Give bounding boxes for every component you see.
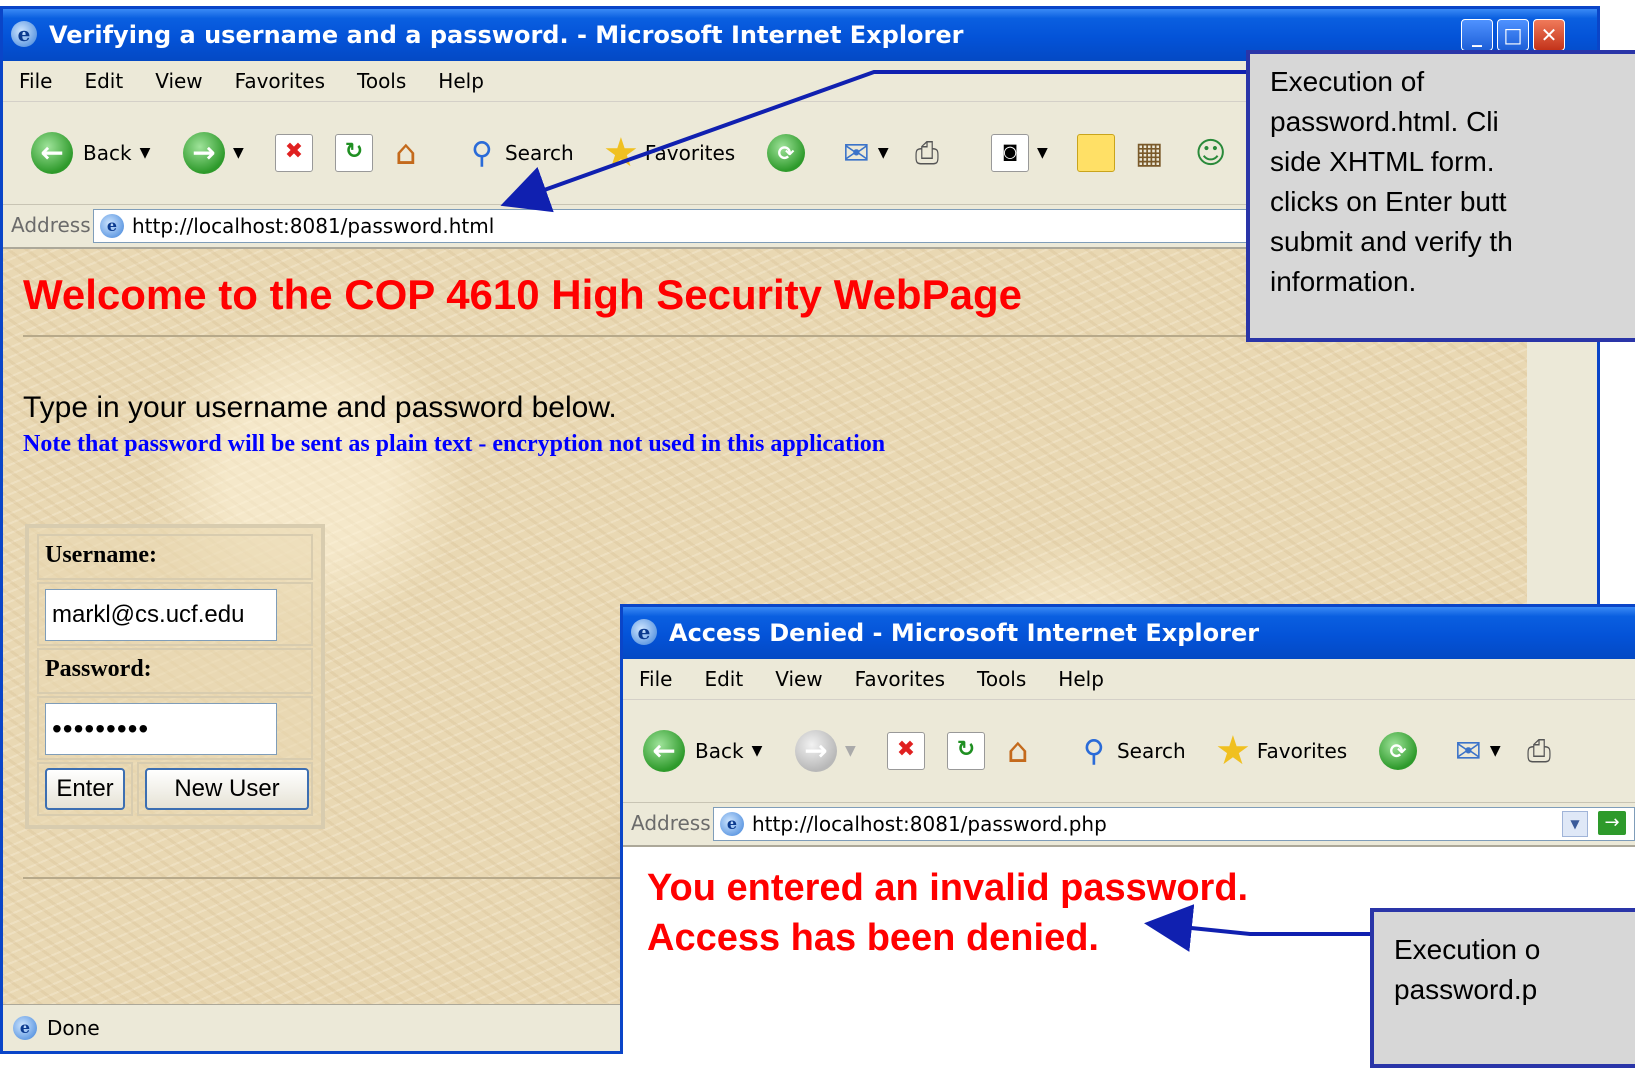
username-field[interactable]: markl@cs.ucf.edu: [45, 589, 277, 641]
print-icon[interactable]: ⎙: [1527, 734, 1551, 769]
login-form: Username: markl@cs.ucf.edu Password: •••…: [25, 524, 325, 829]
mail-icon[interactable]: ✉: [1455, 732, 1482, 770]
page-icon: e: [13, 1016, 37, 1040]
password-label-cell: Password:: [37, 648, 313, 694]
forward-arrow-icon: →: [183, 132, 225, 174]
front-window-title: Access Denied - Microsoft Internet Explo…: [669, 619, 1260, 647]
address-input[interactable]: e http://localhost:8081/password.php ▼ →: [713, 807, 1635, 841]
page-icon: e: [100, 214, 124, 238]
print-icon[interactable]: ⎙: [915, 136, 939, 171]
page-heading: Welcome to the COP 4610 High Security We…: [23, 271, 1022, 318]
dropdown-arrow-icon[interactable]: ▼: [140, 145, 151, 161]
menu-edit[interactable]: Edit: [704, 667, 743, 691]
search-button[interactable]: ⚲ Search: [471, 125, 574, 181]
close-icon[interactable]: ✕: [1533, 19, 1565, 51]
dropdown-arrow-icon[interactable]: ▼: [233, 145, 244, 161]
stop-icon[interactable]: ✖: [887, 732, 925, 770]
menu-tools[interactable]: Tools: [357, 69, 406, 93]
invalid-password-message: You entered an invalid password.: [647, 867, 1249, 909]
menu-help[interactable]: Help: [1058, 667, 1104, 691]
username-label-cell: Username:: [37, 534, 313, 580]
forward-button[interactable]: → ▼: [795, 723, 856, 779]
refresh-icon[interactable]: ↻: [335, 134, 373, 172]
messenger-icon[interactable]: ☺: [1195, 136, 1226, 171]
callout-password-html: Execution of password.html. Cli side XHT…: [1246, 50, 1635, 342]
favorites-star-icon: ★: [603, 130, 639, 176]
history-icon[interactable]: ⟳: [1379, 732, 1417, 770]
front-window-titlebar[interactable]: e Access Denied - Microsoft Internet Exp…: [623, 607, 1635, 659]
password-field-cell: •••••••••: [37, 696, 313, 760]
ie-logo-icon: e: [11, 21, 37, 47]
favorites-button[interactable]: ★ Favorites: [1215, 723, 1347, 779]
dropdown-arrow-icon[interactable]: ▼: [845, 743, 856, 759]
callout-password-php: Execution o password.p: [1370, 908, 1635, 1068]
go-arrow-icon[interactable]: →: [1598, 811, 1626, 835]
menu-help[interactable]: Help: [438, 69, 484, 93]
username-label: Username:: [45, 542, 157, 568]
enter-cell: Enter: [37, 762, 133, 816]
search-icon: ⚲: [471, 135, 493, 171]
status-text: Done: [47, 1016, 100, 1040]
back-button[interactable]: ← Back ▼: [643, 723, 762, 779]
menu-edit[interactable]: Edit: [84, 69, 123, 93]
menu-file[interactable]: File: [19, 69, 52, 93]
research-icon[interactable]: ▦: [1135, 136, 1163, 171]
menu-file[interactable]: File: [639, 667, 672, 691]
stop-icon[interactable]: ✖: [275, 134, 313, 172]
home-icon[interactable]: ⌂: [395, 133, 417, 173]
new-user-cell: New User: [137, 762, 313, 816]
back-arrow-icon: ←: [643, 730, 685, 772]
menu-view[interactable]: View: [155, 69, 202, 93]
menu-favorites[interactable]: Favorites: [855, 667, 945, 691]
enter-button[interactable]: Enter: [45, 768, 125, 810]
menu-favorites[interactable]: Favorites: [235, 69, 325, 93]
menu-tools[interactable]: Tools: [977, 667, 1026, 691]
front-addressbar: Address e http://localhost:8081/password…: [623, 803, 1635, 847]
password-label: Password:: [45, 656, 152, 682]
dropdown-arrow-icon[interactable]: ▼: [1037, 145, 1048, 161]
new-user-button[interactable]: New User: [145, 768, 309, 810]
username-field-cell: markl@cs.ucf.edu: [37, 582, 313, 646]
back-window-title: Verifying a username and a password. - M…: [49, 21, 964, 49]
menu-view[interactable]: View: [775, 667, 822, 691]
address-label: Address: [631, 811, 711, 835]
edit-icon[interactable]: ◙: [991, 134, 1029, 172]
address-label: Address: [11, 213, 91, 237]
prompt-text: Type in your username and password below…: [23, 391, 617, 424]
back-button[interactable]: ← Back ▼: [31, 125, 150, 181]
front-menubar: File Edit View Favorites Tools Help: [623, 659, 1635, 700]
maximize-icon[interactable]: □: [1497, 19, 1529, 51]
dropdown-arrow-icon[interactable]: ▼: [752, 743, 763, 759]
dropdown-arrow-icon[interactable]: ▼: [878, 145, 889, 161]
search-icon: ⚲: [1083, 733, 1105, 769]
page-icon: e: [720, 812, 744, 836]
favorites-button[interactable]: ★ Favorites: [603, 125, 735, 181]
address-dropdown-icon[interactable]: ▼: [1562, 811, 1588, 837]
favorites-star-icon: ★: [1215, 728, 1251, 774]
discuss-icon[interactable]: [1077, 134, 1115, 172]
back-arrow-icon: ←: [31, 132, 73, 174]
access-denied-message: Access has been denied.: [647, 917, 1099, 959]
mail-icon[interactable]: ✉: [843, 134, 870, 172]
ie-logo-icon: e: [631, 619, 657, 645]
forward-arrow-icon: →: [795, 730, 837, 772]
front-toolbar: ← Back ▼ → ▼ ✖ ↻ ⌂ ⚲ Search ★ Favorites …: [623, 700, 1635, 803]
dropdown-arrow-icon[interactable]: ▼: [1490, 743, 1501, 759]
note-text: Note that password will be sent as plain…: [23, 431, 886, 457]
search-button[interactable]: ⚲ Search: [1083, 723, 1186, 779]
home-icon[interactable]: ⌂: [1007, 731, 1029, 771]
history-icon[interactable]: ⟳: [767, 134, 805, 172]
minimize-icon[interactable]: _: [1461, 19, 1493, 51]
refresh-icon[interactable]: ↻: [947, 732, 985, 770]
password-field[interactable]: •••••••••: [45, 703, 277, 755]
forward-button[interactable]: → ▼: [183, 125, 244, 181]
